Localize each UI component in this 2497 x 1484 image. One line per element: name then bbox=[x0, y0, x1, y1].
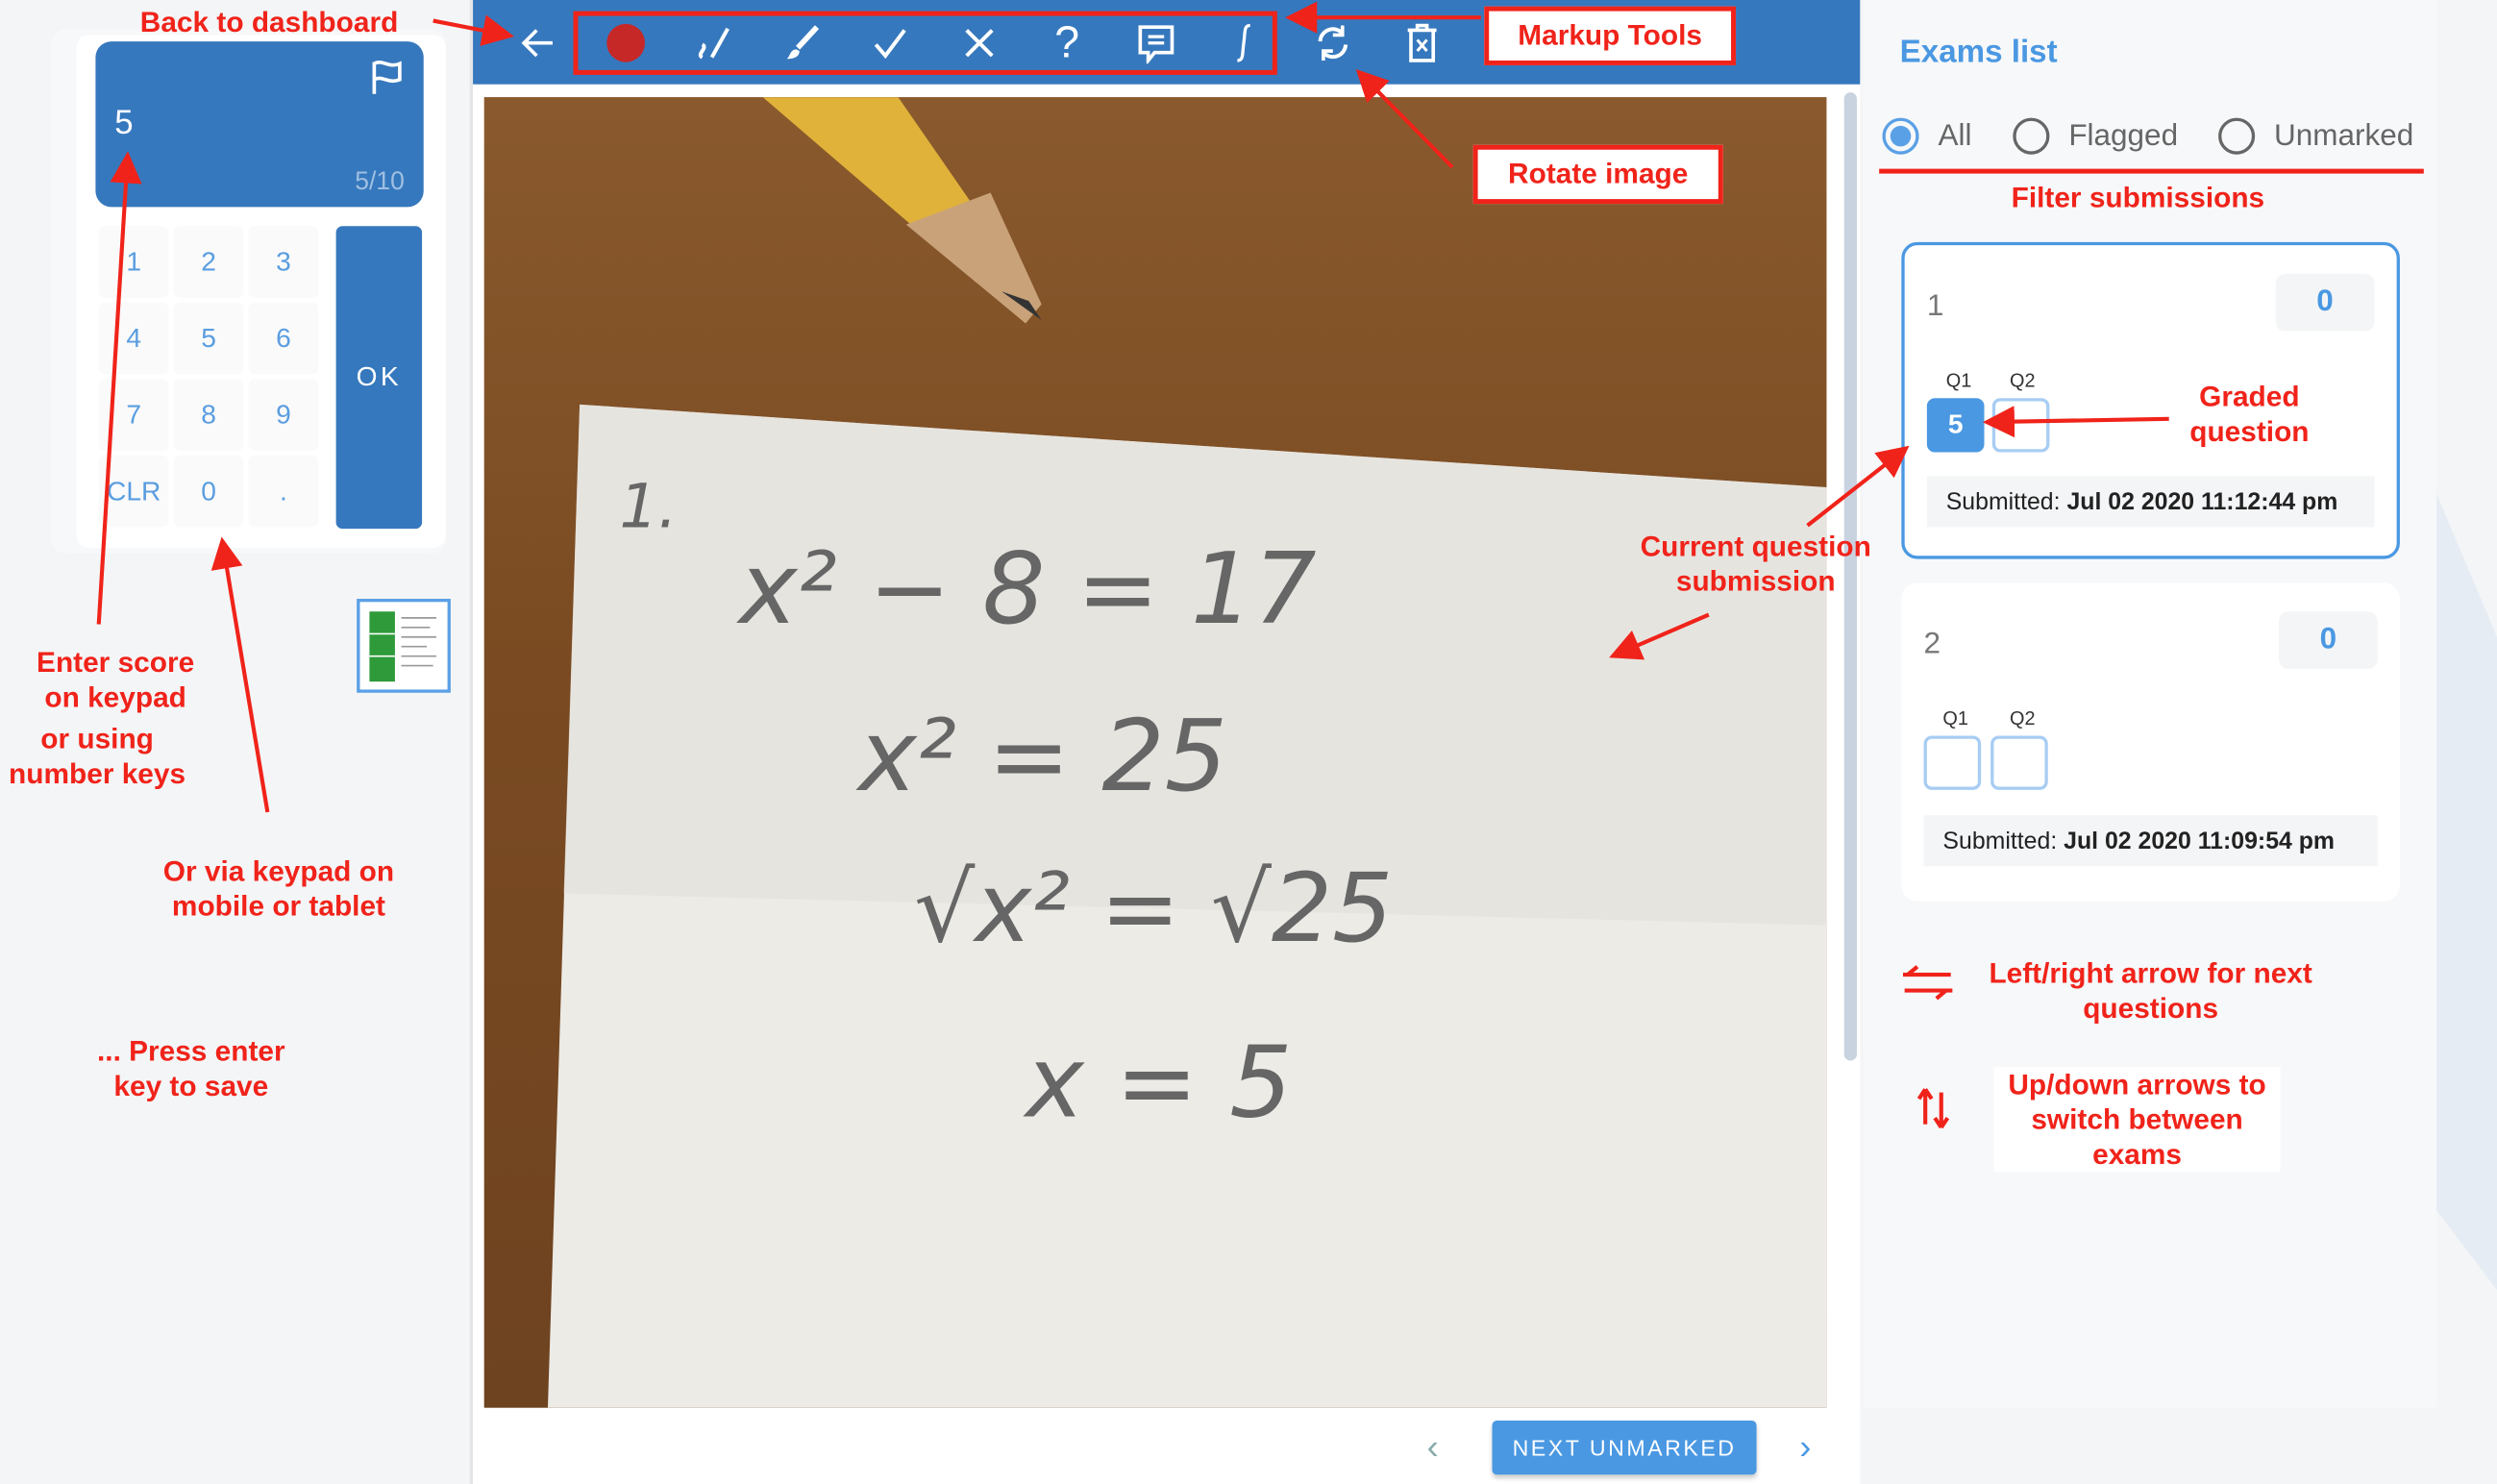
up-down-arrows-icon bbox=[1916, 1088, 1950, 1129]
left-right-arrows-icon bbox=[1902, 965, 1953, 1001]
annotation-arrows bbox=[96, 1, 2169, 1129]
